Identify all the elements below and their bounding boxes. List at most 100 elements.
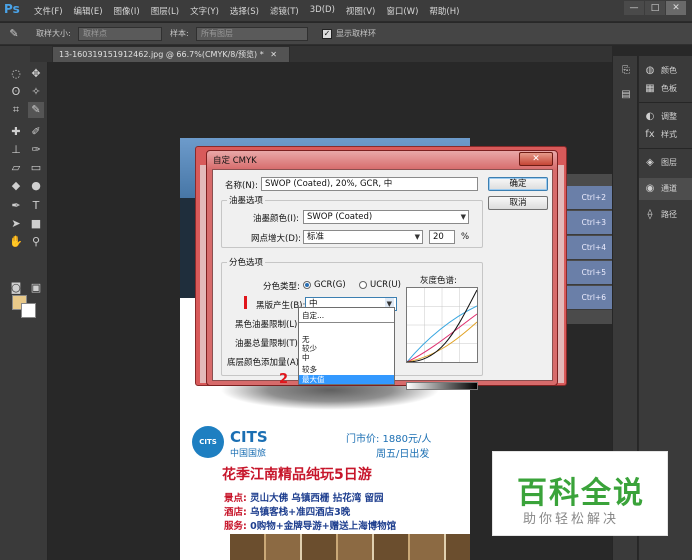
dot-gain-label: 网点增大(D): — [251, 234, 302, 244]
info-key: 服务: — [224, 521, 247, 532]
option-maximum[interactable]: 最大值 — [299, 375, 394, 384]
menu-select[interactable]: 选择(S) — [230, 5, 259, 17]
menu-image[interactable]: 图像(I) — [114, 5, 140, 17]
channel-row[interactable]: Ctrl+6 — [560, 286, 612, 310]
menu-edit[interactable]: 编辑(E) — [74, 5, 103, 17]
properties-icon[interactable]: ▤ — [619, 88, 633, 102]
channel-row[interactable]: Ctrl+2 — [560, 186, 612, 210]
channel-row[interactable]: Ctrl+3 — [560, 211, 612, 235]
pen-tool-icon[interactable]: ✒ — [8, 198, 24, 214]
panel-label: 颜色 — [661, 66, 677, 75]
blur-tool-icon[interactable]: ◆ — [8, 178, 24, 194]
cits-logo-icon: CITS — [192, 426, 224, 458]
panel-channels[interactable]: ◉ 通道 — [639, 178, 692, 200]
ucr-radio[interactable] — [359, 281, 367, 289]
dodge-tool-icon[interactable]: ● — [28, 178, 44, 194]
crop-tool-icon[interactable]: ⌗ — [8, 102, 24, 118]
channel-row[interactable]: Ctrl+5 — [560, 261, 612, 285]
gray-ramp-graph — [406, 287, 478, 363]
menu-file[interactable]: 文件(F) — [34, 5, 63, 17]
eyedropper-icon[interactable]: ✎ — [6, 26, 22, 42]
maximize-button[interactable]: □ — [645, 1, 665, 15]
panel-styles[interactable]: fx 样式 — [639, 124, 692, 146]
channel-row[interactable]: Ctrl+4 — [560, 236, 612, 260]
styles-icon: fx — [645, 129, 655, 140]
move-tool-icon[interactable]: ✥ — [28, 66, 44, 82]
info-value: 灵山大佛 乌镇西栅 拈花湾 留园 — [250, 493, 384, 504]
panel-paths[interactable]: ⟠ 路径 — [639, 204, 692, 226]
background-color-swatch[interactable] — [21, 303, 36, 318]
ok-button[interactable]: 确定 — [488, 177, 548, 191]
tab-close-icon[interactable]: ✕ — [270, 50, 277, 59]
cits-brand: CITS — [230, 428, 268, 446]
dot-gain-amount-input[interactable]: 20 — [429, 230, 455, 244]
history-icon[interactable]: ⎘ — [619, 64, 633, 78]
watermark-subtitle: 助你轻松解决 — [523, 512, 620, 527]
path-select-icon[interactable]: ➤ — [8, 216, 24, 232]
sample-select[interactable]: 所有图层 — [196, 27, 308, 41]
name-input[interactable]: SWOP (Coated), 20%, GCR, 中 — [261, 177, 478, 191]
brush-tool-icon[interactable]: ✐ — [28, 124, 44, 140]
hand-tool-icon[interactable]: ✋ — [8, 234, 24, 250]
sample-label: 样本: — [170, 29, 189, 38]
poster-photo-strip — [230, 534, 470, 560]
sample-size-label: 取样大小: — [36, 29, 71, 38]
eraser-tool-icon[interactable]: ▱ — [8, 160, 24, 176]
dot-gain-select[interactable]: 标准 ▼ — [303, 230, 423, 244]
screen-mode-icon[interactable]: ▣ — [28, 280, 44, 296]
menu-filter[interactable]: 滤镜(T) — [270, 5, 299, 17]
option-custom[interactable]: 自定... — [299, 311, 394, 323]
panel-layers[interactable]: ◈ 图层 — [639, 152, 692, 174]
ink-colors-value: SWOP (Coated) — [307, 212, 373, 222]
menu-view[interactable]: 视图(V) — [346, 5, 375, 17]
option-heavy[interactable]: 较多 — [299, 365, 394, 374]
sample-size-select[interactable]: 取样点 — [78, 27, 162, 41]
poster-departure: 周五/日出发 — [376, 449, 430, 460]
sample-size-value: 取样点 — [83, 29, 107, 38]
gcr-radio[interactable] — [303, 281, 311, 289]
gradient-tool-icon[interactable]: ▭ — [28, 160, 44, 176]
document-tab[interactable]: 13-1603191519124​62.jpg @ 66.7%(CMYK/8/预… — [52, 46, 290, 62]
show-ring-checkbox[interactable]: ✓ — [322, 29, 332, 39]
gcr-label: GCR(G) — [314, 280, 346, 290]
marquee-tool-icon[interactable]: ◌ — [8, 66, 24, 82]
black-generation-options: 自定... 无 较少 中 较多 最大值 — [298, 307, 395, 385]
panel-swatches[interactable]: ▦ 色板 — [639, 78, 692, 100]
option-light[interactable]: 较少 — [299, 344, 394, 353]
quick-mask-icon[interactable]: ◙ — [8, 280, 24, 296]
menu-bar: Ps 文件(F) 编辑(E) 图像(I) 图层(L) 文字(Y) 选择(S) 滤… — [0, 0, 692, 22]
menu-help[interactable]: 帮助(H) — [429, 5, 459, 17]
ink-colors-label: 油墨颜色(I): — [253, 214, 300, 224]
panel-divider — [639, 102, 692, 103]
history-brush-icon[interactable]: ✑ — [28, 142, 44, 158]
healing-brush-icon[interactable]: ✚ — [8, 124, 24, 140]
lasso-tool-icon[interactable]: ʘ — [8, 84, 24, 100]
minimize-button[interactable]: — — [624, 1, 644, 15]
document-tab-bar: 13-1603191519124​62.jpg @ 66.7%(CMYK/8/预… — [30, 46, 612, 62]
info-key: 景点: — [224, 493, 247, 504]
gray-ramp-label: 灰度色谱: — [420, 276, 457, 286]
eyedropper-tool-icon[interactable]: ✎ — [28, 102, 44, 118]
ink-colors-select[interactable]: SWOP (Coated) ▼ — [303, 210, 469, 224]
close-window-button[interactable]: ✕ — [666, 1, 686, 15]
poster-price: 门市价: 1880元/人 — [346, 434, 432, 445]
cancel-button[interactable]: 取消 — [488, 196, 548, 210]
menu-layer[interactable]: 图层(L) — [151, 5, 179, 17]
poster-info-line: 景点: 灵山大佛 乌镇西栅 拈花湾 留园 — [224, 490, 384, 504]
option-medium[interactable]: 中 — [299, 353, 394, 362]
quick-select-icon[interactable]: ✧ — [28, 84, 44, 100]
menu-3d[interactable]: 3D(D) — [310, 5, 335, 17]
adjustments-icon: ◐ — [645, 111, 655, 122]
layers-icon: ◈ — [646, 157, 654, 168]
chevron-down-icon: ▼ — [414, 233, 420, 241]
gray-ramp-gradient — [406, 382, 478, 390]
zoom-tool-icon[interactable]: ⚲ — [28, 234, 44, 250]
clone-stamp-icon[interactable]: ⊥ — [8, 142, 24, 158]
menu-type[interactable]: 文字(Y) — [190, 5, 219, 17]
type-tool-icon[interactable]: T — [28, 198, 44, 214]
shape-tool-icon[interactable]: ■ — [28, 216, 44, 232]
info-value: 0购物+金牌导游+赠送上海博物馆 — [250, 521, 397, 532]
option-none[interactable]: 无 — [299, 335, 394, 344]
menu-window[interactable]: 窗口(W) — [386, 5, 418, 17]
dialog-close-button[interactable]: ✕ — [519, 152, 553, 166]
